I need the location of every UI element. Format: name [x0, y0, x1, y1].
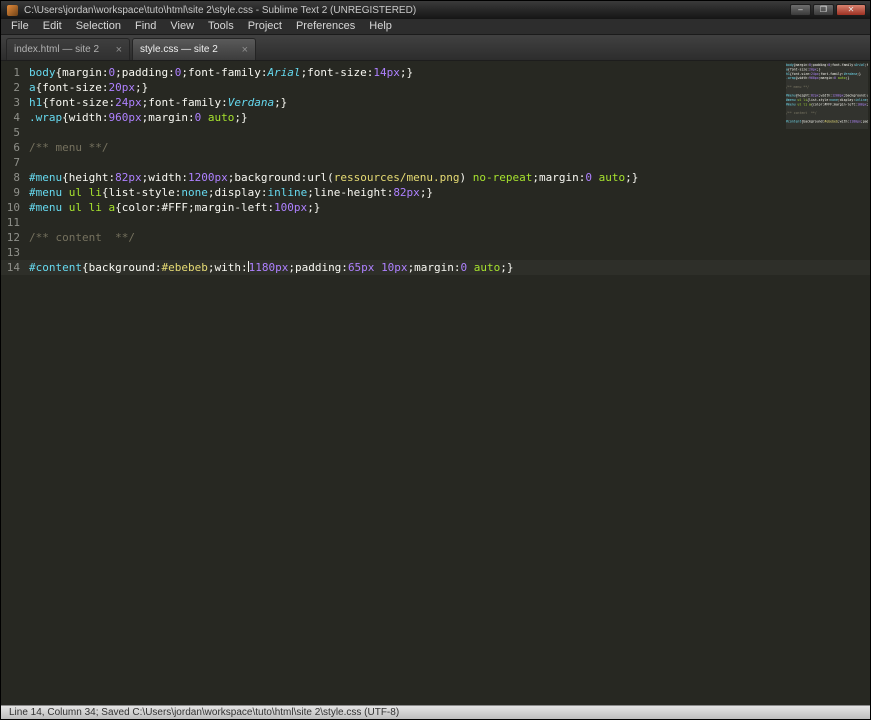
code-line[interactable]: 12 /** content **/ — [1, 230, 870, 245]
code-text: .wrap{width:960px;margin:0 auto;} — [29, 111, 248, 124]
code-line[interactable]: 8 #menu{height:82px;width:1200px;backgrou… — [1, 170, 870, 185]
menu-item-edit[interactable]: Edit — [36, 19, 69, 34]
window-controls: – ❐ ✕ — [790, 4, 866, 16]
code-line[interactable]: 2 a{font-size:20px;} — [1, 80, 870, 95]
code-line[interactable]: 1 body{margin:0;padding:0;font-family:Ari… — [1, 65, 870, 80]
minimap-viewport-indicator — [786, 63, 868, 129]
tab-style.css[interactable]: style.css — site 2 × — [132, 38, 256, 60]
minimap[interactable]: body{margin:0;padding:0;font-family:Aria… — [786, 63, 868, 133]
line-number: 11 — [6, 216, 20, 229]
line-number: 13 — [6, 246, 20, 259]
tab-label: index.html — site 2 — [14, 44, 100, 55]
tab-close-icon[interactable]: × — [242, 44, 248, 56]
tab-bar: index.html — site 2 × style.css — site 2 × — [1, 35, 870, 61]
minimize-button[interactable]: – — [790, 4, 811, 16]
code-text: body{margin:0;padding:0;font-family:Aria… — [29, 66, 414, 79]
tab-close-icon[interactable]: × — [116, 44, 122, 56]
code-line[interactable]: 3 h1{font-size:24px;font-family:Verdana;} — [1, 95, 870, 110]
code-text: a{font-size:20px;} — [29, 81, 149, 94]
maximize-button[interactable]: ❐ — [813, 4, 834, 16]
code-text: /** menu **/ — [29, 141, 109, 154]
code-line[interactable]: 10 #menu ul li a{color:#FFF;margin-left:1… — [1, 200, 870, 215]
code-text: h1{font-size:24px;font-family:Verdana;} — [29, 96, 288, 109]
line-number: 4 — [13, 111, 20, 124]
status-text: Line 14, Column 34; Saved C:\Users\jorda… — [9, 707, 400, 718]
line-number: 7 — [13, 156, 20, 169]
code-text: #content{background:#ebebeb;with:1180px;… — [29, 261, 514, 274]
line-number: 10 — [6, 201, 20, 214]
code-line[interactable]: 13 — [1, 245, 870, 260]
code-text: #menu ul li{list-style:none;display:inli… — [29, 186, 434, 199]
menu-bar: File Edit Selection Find View Tools Project Pre… — [1, 19, 870, 35]
menu-item-view[interactable]: View — [163, 19, 201, 34]
line-number: 12 — [6, 231, 20, 244]
menu-item-preferences[interactable]: Preferences — [289, 19, 362, 34]
line-number: 2 — [13, 81, 20, 94]
code-line[interactable]: 11 — [1, 215, 870, 230]
code-line[interactable]: 5 — [1, 125, 870, 140]
line-number: 9 — [13, 186, 20, 199]
code-container: 1 body{margin:0;padding:0;font-family:Ari… — [1, 65, 870, 275]
line-number: 8 — [13, 171, 20, 184]
window-title: C:\Users\jordan\workspace\tuto\html\site… — [24, 4, 417, 16]
line-number: 3 — [13, 96, 20, 109]
app-icon — [7, 4, 18, 16]
code-line[interactable]: 6 /** menu **/ — [1, 140, 870, 155]
code-text: #menu{height:82px;width:1200px;backgroun… — [29, 171, 639, 184]
code-line[interactable]: 7 — [1, 155, 870, 170]
line-number: 5 — [13, 126, 20, 139]
editor-area[interactable]: 1 body{margin:0;padding:0;font-family:Ari… — [1, 61, 870, 705]
line-number: 6 — [13, 141, 20, 154]
menu-item-file[interactable]: File — [4, 19, 36, 34]
menu-item-tools[interactable]: Tools — [201, 19, 241, 34]
menu-item-project[interactable]: Project — [241, 19, 289, 34]
code-line[interactable]: 14 #content{background:#ebebeb;with:1180p… — [1, 260, 870, 275]
menu-item-help[interactable]: Help — [362, 19, 399, 34]
close-button[interactable]: ✕ — [836, 4, 866, 16]
tab-index.html[interactable]: index.html — site 2 × — [6, 38, 130, 60]
status-bar: Line 14, Column 34; Saved C:\Users\jorda… — [1, 705, 870, 719]
menu-item-find[interactable]: Find — [128, 19, 163, 34]
title-bar[interactable]: C:\Users\jordan\workspace\tuto\html\site… — [1, 1, 870, 19]
menu-item-selection[interactable]: Selection — [69, 19, 128, 34]
code-line[interactable]: 9 #menu ul li{list-style:none;display:inl… — [1, 185, 870, 200]
code-line[interactable]: 4 .wrap{width:960px;margin:0 auto;} — [1, 110, 870, 125]
line-number: 1 — [13, 66, 20, 79]
code-text: #menu ul li a{color:#FFF;margin-left:100… — [29, 201, 321, 214]
line-number: 14 — [6, 261, 20, 274]
sublime-window: C:\Users\jordan\workspace\tuto\html\site… — [0, 0, 871, 720]
tab-label: style.css — site 2 — [140, 44, 218, 55]
code-text: /** content **/ — [29, 231, 135, 244]
